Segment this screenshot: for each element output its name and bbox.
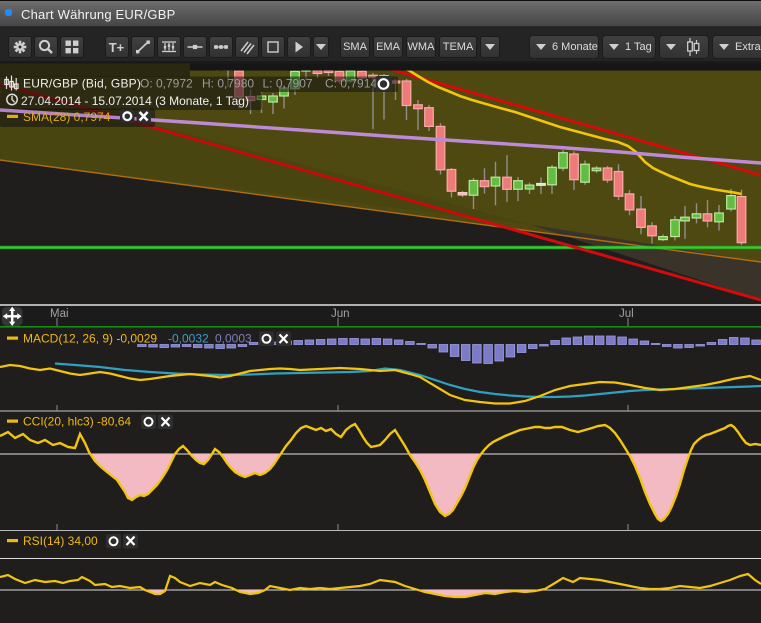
svg-text:O: 0,7972: O: 0,7972: [140, 77, 193, 91]
svg-text:0,0003: 0,0003: [215, 332, 252, 346]
svg-text:CCI(20, hlc3) -80,64: CCI(20, hlc3) -80,64: [23, 415, 131, 429]
svg-text:MACD(12, 26, 9) -0,0029: MACD(12, 26, 9) -0,0029: [23, 332, 157, 346]
svg-text:L: 0,7907: L: 0,7907: [263, 77, 313, 91]
svg-text:EUR/GBP (Bid, GBP): EUR/GBP (Bid, GBP): [23, 77, 141, 91]
svg-text:Jun: Jun: [331, 308, 350, 320]
svg-text:Mai: Mai: [50, 308, 69, 320]
svg-text:C: 0,7914: C: 0,7914: [325, 77, 377, 91]
svg-text:RSI(14) 34,00: RSI(14) 34,00: [23, 534, 98, 548]
svg-text:H: 0,7980: H: 0,7980: [202, 77, 254, 91]
svg-text:-0,0032: -0,0032: [168, 332, 209, 346]
svg-text:Jul: Jul: [619, 308, 634, 320]
